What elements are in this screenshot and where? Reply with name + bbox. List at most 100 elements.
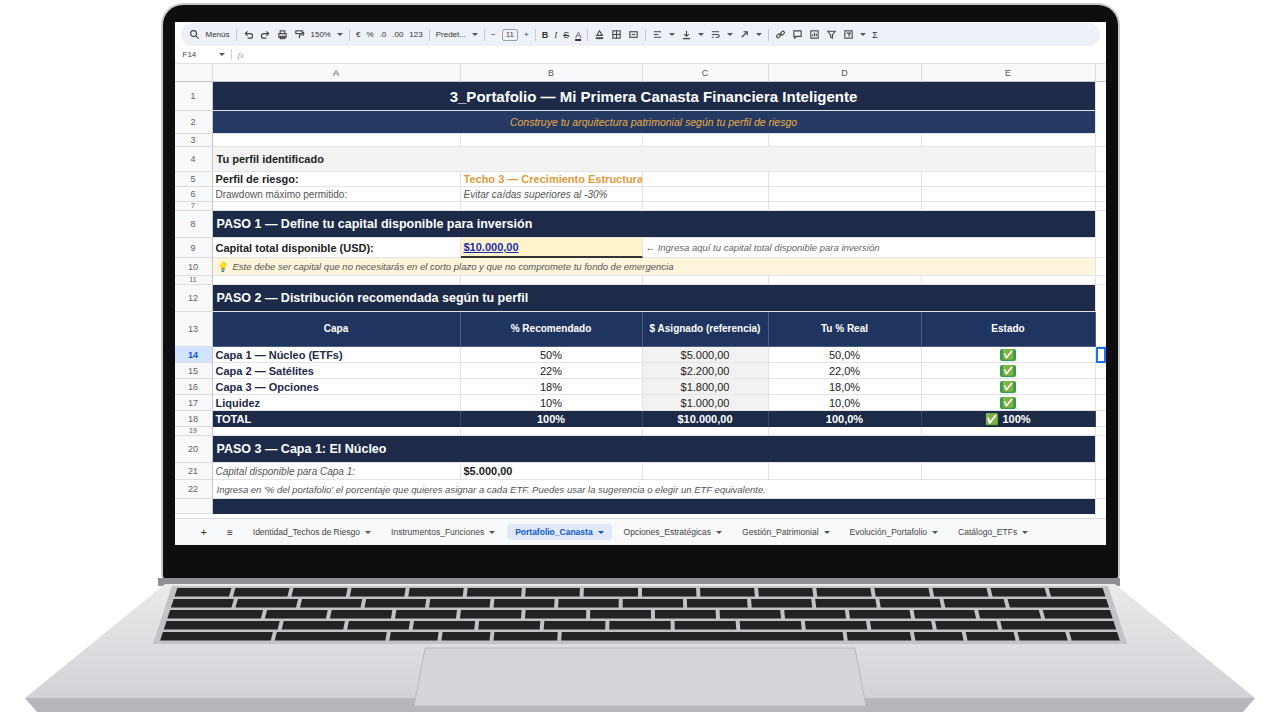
cell[interactable] (213, 134, 461, 147)
cell[interactable] (461, 134, 643, 147)
text-format-button[interactable]: B (542, 30, 549, 40)
cell[interactable] (922, 276, 1096, 285)
sheet-tab[interactable]: Opciones_Estratégicas (616, 524, 730, 540)
row-number[interactable] (175, 499, 213, 514)
caret-icon[interactable] (337, 33, 343, 36)
sheet-title[interactable]: 3_Portafolio — Mi Primera Canasta Financ… (213, 82, 1096, 111)
layer-name[interactable]: Capa 2 — Satélites (213, 363, 461, 379)
text-format-button[interactable]: S (563, 30, 569, 40)
instruction-text[interactable]: Ingresa en '% del portafolio' el porcent… (213, 480, 1096, 499)
cell[interactable] (1096, 363, 1106, 379)
total-label[interactable]: TOTAL (213, 411, 461, 427)
layer-name[interactable]: Capa 3 — Opciones (213, 379, 461, 395)
cell[interactable] (1096, 111, 1106, 134)
cell[interactable] (1096, 427, 1106, 436)
cell[interactable] (1096, 463, 1106, 480)
font-size-decrease[interactable]: − (491, 30, 496, 39)
cell[interactable] (1096, 276, 1106, 285)
fill-color-icon[interactable] (594, 29, 605, 40)
row-number[interactable]: 19 (175, 427, 213, 436)
comment-icon[interactable] (792, 29, 803, 40)
cell[interactable] (769, 187, 922, 202)
filter-views-icon[interactable] (843, 29, 854, 40)
value-cell[interactable]: Techo 3 — Crecimiento Estructurado (461, 172, 643, 187)
table-header[interactable] (213, 499, 1096, 514)
font-select[interactable]: Predet... (436, 30, 466, 39)
sheet-tab-label[interactable]: Instrumentos_Funciones (391, 527, 484, 537)
menus-button[interactable]: Menús (206, 30, 230, 39)
text-format-button[interactable]: A (575, 30, 581, 40)
label-cell[interactable]: Capital total disponible (USD): (213, 238, 461, 258)
status-cell[interactable]: ✅ (922, 363, 1096, 379)
search-icon[interactable] (189, 29, 200, 40)
table-header-cell[interactable]: $ Asignado (referencia) (643, 312, 769, 347)
sheet-tab[interactable]: Evolución_Portafolio (842, 524, 947, 540)
all-sheets-button[interactable]: ≡ (219, 527, 241, 538)
sheet-tab-label[interactable]: Gestión_Patrimonial (742, 527, 819, 537)
total-cell[interactable]: ✅ 100% (922, 411, 1096, 427)
cell[interactable] (1096, 347, 1106, 363)
caret-icon[interactable] (219, 53, 225, 56)
column-header-cell[interactable]: E (922, 64, 1096, 82)
font-size-increase[interactable]: + (524, 30, 529, 39)
wrap-icon[interactable] (710, 29, 721, 40)
caret-icon[interactable] (1022, 531, 1028, 534)
section-heading[interactable]: PASO 3 — Capa 1: El Núcleo (213, 436, 1096, 463)
row-number[interactable]: 9 (175, 238, 213, 258)
row-number[interactable]: 11 (175, 276, 213, 285)
select-all-corner[interactable] (175, 64, 213, 82)
cell[interactable] (1096, 147, 1106, 172)
recommended-percent[interactable]: 50% (461, 347, 643, 363)
align-icon[interactable] (652, 29, 663, 40)
cell[interactable] (1096, 134, 1106, 147)
cell[interactable] (922, 463, 1096, 480)
rotate-icon[interactable] (739, 29, 750, 40)
paint-format-icon[interactable] (294, 29, 305, 40)
cell[interactable] (1096, 312, 1106, 347)
sheet-tab[interactable]: Portafolio_Canasta (507, 524, 611, 540)
cell[interactable] (1096, 238, 1106, 258)
caret-icon[interactable] (932, 531, 938, 534)
borders-icon[interactable] (611, 29, 622, 40)
cell[interactable] (1096, 211, 1106, 238)
cell[interactable] (643, 202, 769, 211)
capital-input[interactable]: $10.000,00 (461, 238, 643, 258)
table-header-cell[interactable]: Tu % Real (769, 312, 922, 347)
sheet-tab-label[interactable]: Evolución_Portafolio (850, 527, 928, 537)
value-cell[interactable]: Evitar caídas superiores al -30% (461, 187, 643, 202)
layer-name[interactable]: Capa 1 — Núcleo (ETFs) (213, 347, 461, 363)
row-number[interactable]: 10 (175, 258, 213, 276)
row-number[interactable]: 8 (175, 211, 213, 238)
cell[interactable] (1096, 285, 1106, 312)
print-icon[interactable] (277, 29, 288, 40)
real-percent[interactable]: 22,0% (769, 363, 922, 379)
number-format-button[interactable]: .0 (380, 30, 387, 39)
sheet-tab-label[interactable]: Identidad_Techos de Riesgo (253, 527, 360, 537)
cell[interactable] (1096, 379, 1106, 395)
sheet-tab-label[interactable]: Portafolio_Canasta (515, 527, 592, 537)
real-percent[interactable]: 10,0% (769, 395, 922, 411)
row-number[interactable]: 21 (175, 463, 213, 480)
cell[interactable] (1096, 499, 1106, 514)
caret-icon[interactable] (756, 33, 762, 36)
sheet-tab[interactable]: Identidad_Techos de Riesgo (245, 524, 379, 540)
cell[interactable] (1096, 395, 1106, 411)
row-number[interactable]: 3 (175, 134, 213, 147)
cell[interactable] (1096, 187, 1106, 202)
status-cell[interactable]: ✅ (922, 347, 1096, 363)
group-heading[interactable]: Tu perfil identificado (213, 147, 1096, 172)
cell[interactable] (461, 427, 643, 436)
row-number[interactable]: 14 (175, 347, 213, 363)
section-heading[interactable]: PASO 1 — Define tu capital disponible pa… (213, 211, 1096, 238)
text-format-button[interactable]: I (554, 30, 557, 40)
assigned-amount[interactable]: $5.000,00 (643, 347, 769, 363)
cell[interactable] (769, 202, 922, 211)
cell[interactable] (922, 427, 1096, 436)
name-box[interactable]: F14 (183, 50, 213, 59)
sheet-subtitle[interactable]: Construye tu arquitectura patrimonial se… (213, 111, 1096, 134)
recommended-percent[interactable]: 18% (461, 379, 643, 395)
caret-icon[interactable] (698, 33, 704, 36)
cell[interactable] (461, 202, 643, 211)
cell[interactable] (769, 134, 922, 147)
cell[interactable] (213, 276, 461, 285)
